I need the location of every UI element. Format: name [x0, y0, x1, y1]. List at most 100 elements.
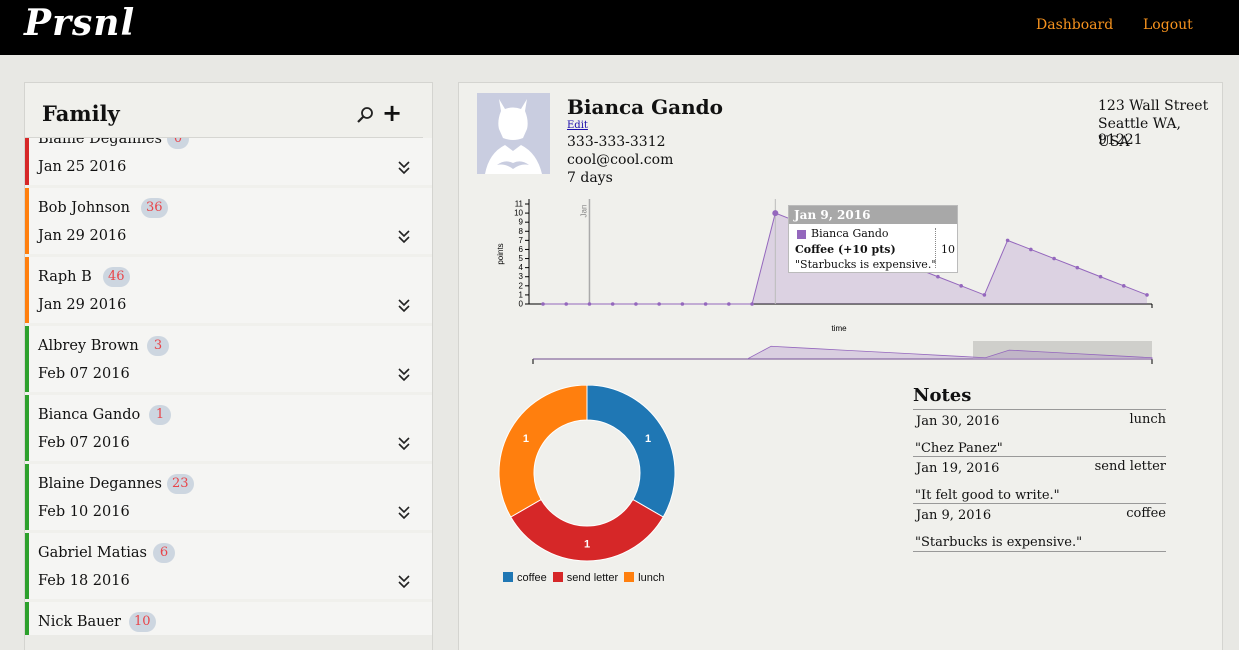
contact-date: Feb 07 2016: [38, 366, 130, 382]
data-point: [1029, 247, 1033, 252]
legend-label: lunch: [638, 572, 665, 584]
contact-name: Nick Bauer: [38, 614, 121, 630]
data-point: [1121, 284, 1126, 288]
list-footer: [25, 635, 432, 650]
data-point: [680, 302, 685, 306]
data-point: [541, 302, 545, 306]
contact-date: Feb 07 2016: [38, 435, 130, 451]
y-tick-label: 9: [519, 218, 524, 227]
tooltip-date: Jan 9, 2016: [789, 206, 957, 224]
points-badge: 1: [149, 405, 171, 425]
list-item[interactable]: Gabriel Matias 6 Feb 18 2016: [25, 533, 432, 599]
avatar[interactable]: [477, 93, 550, 174]
note-type: coffee: [1126, 506, 1166, 521]
expand-chevron-icon[interactable]: [397, 435, 411, 451]
header-divider: [25, 137, 423, 138]
contact-name: Raph B: [38, 269, 92, 285]
notes-title: Notes: [913, 385, 972, 406]
tooltip-divider: [935, 228, 936, 268]
data-point: [1052, 256, 1056, 261]
y-tick-label: 2: [519, 281, 524, 290]
y-tick-label: 11: [515, 200, 524, 209]
activity-donut-chart[interactable]: 1 1 1: [497, 385, 677, 565]
list-item[interactable]: Bob Johnson 36 Jan 29 2016: [25, 188, 432, 254]
contact-list[interactable]: Blaine Degannes 0 Jan 25 2016 Bob Johnso…: [25, 119, 432, 650]
address-line-1: 123 Wall Street: [1098, 98, 1209, 114]
list-item[interactable]: Raph B 46 Jan 29 2016: [25, 257, 432, 323]
expand-chevron-icon[interactable]: [397, 366, 411, 382]
points-badge: 46: [103, 267, 130, 287]
y-tick-label: 7: [519, 236, 524, 245]
contact-name: Bianca Gando: [38, 407, 141, 423]
profile-phone: 333-333-3312: [567, 134, 666, 150]
y-tick-label: 8: [519, 227, 524, 236]
tooltip-person: Bianca Gando: [811, 227, 889, 240]
note-date: Jan 19, 2016: [916, 461, 1000, 476]
points-badge: 36: [141, 198, 168, 218]
profile-frequency: 7 days: [567, 170, 613, 186]
note-text: "Starbucks is expensive.": [915, 535, 1083, 550]
points-badge: 10: [129, 612, 156, 632]
top-navbar: Prsnl Dashboard Logout: [0, 0, 1239, 55]
note-type: send letter: [1094, 459, 1166, 474]
points-badge: 23: [167, 474, 194, 494]
data-point: [772, 210, 779, 217]
contact-date: Feb 18 2016: [38, 573, 130, 589]
note-item: Jan 19, 2016 send letter "It felt good t…: [913, 456, 1166, 503]
legend-item: send letter: [552, 572, 619, 584]
profile-panel: Bianca Gando Edit 333-333-3312 cool@cool…: [458, 82, 1223, 650]
tooltip-value: 10: [941, 243, 955, 256]
contact-date: Jan 25 2016: [38, 159, 127, 175]
data-point: [936, 274, 940, 279]
list-item[interactable]: Albrey Brown 3 Feb 07 2016: [25, 326, 432, 392]
expand-chevron-icon[interactable]: [397, 504, 411, 520]
contact-date: Jan 29 2016: [38, 297, 127, 313]
data-point: [564, 302, 569, 306]
app-logo[interactable]: Prsnl: [24, 2, 135, 44]
data-point: [610, 302, 615, 306]
profile-email: cool@cool.com: [567, 152, 674, 168]
note-item: Jan 9, 2016 coffee "Starbucks is expensi…: [913, 503, 1166, 550]
legend-swatch: [552, 572, 563, 582]
donut-legend: coffee send letter lunch: [503, 572, 670, 584]
note-date: Jan 30, 2016: [916, 414, 1000, 429]
y-tick-label: 1: [519, 290, 524, 299]
profile-name: Bianca Gando: [567, 95, 724, 119]
note-text: "Chez Panez": [915, 441, 1003, 456]
legend-label: send letter: [566, 572, 619, 584]
donut-slice-lunch: [498, 385, 588, 518]
data-point: [750, 302, 754, 306]
chart-tooltip: Jan 9, 2016 Bianca Gando Coffee (+10 pts…: [788, 205, 958, 273]
month-marker-label: Jan: [579, 205, 588, 218]
expand-chevron-icon[interactable]: [397, 159, 411, 175]
tooltip-note: "Starbucks is expensive.": [795, 258, 937, 271]
search-icon[interactable]: [356, 106, 374, 124]
donut-slice-label: 1: [584, 539, 590, 551]
expand-chevron-icon[interactable]: [397, 297, 411, 313]
list-item[interactable]: Blaine Degannes 23 Feb 10 2016: [25, 464, 432, 530]
legend-item: coffee: [503, 572, 547, 584]
y-axis-label: points: [496, 243, 505, 264]
points-badge: 3: [147, 336, 169, 356]
data-point: [727, 302, 731, 306]
family-panel: Blaine Degannes 0 Jan 25 2016 Bob Johnso…: [24, 82, 433, 650]
dashboard-link[interactable]: Dashboard: [1036, 17, 1113, 33]
data-point: [587, 302, 592, 306]
y-tick-label: 4: [519, 263, 524, 272]
donut-slice-send-letter: [510, 498, 664, 562]
contact-name: Bob Johnson: [38, 200, 131, 216]
batman-avatar-icon: [477, 93, 550, 174]
expand-chevron-icon[interactable]: [397, 573, 411, 589]
legend-swatch: [624, 572, 635, 582]
edit-profile-link[interactable]: Edit: [567, 120, 588, 131]
logout-link[interactable]: Logout: [1143, 17, 1193, 33]
expand-chevron-icon[interactable]: [397, 228, 411, 244]
y-tick-label: 3: [519, 272, 524, 281]
data-point: [1075, 265, 1080, 270]
data-point: [634, 302, 638, 306]
note-text: "It felt good to write.": [915, 488, 1060, 503]
list-item[interactable]: Bianca Gando 1 Feb 07 2016: [25, 395, 432, 461]
data-point: [1145, 293, 1149, 297]
add-contact-icon[interactable]: +: [382, 101, 402, 125]
legend-label: coffee: [517, 572, 547, 584]
